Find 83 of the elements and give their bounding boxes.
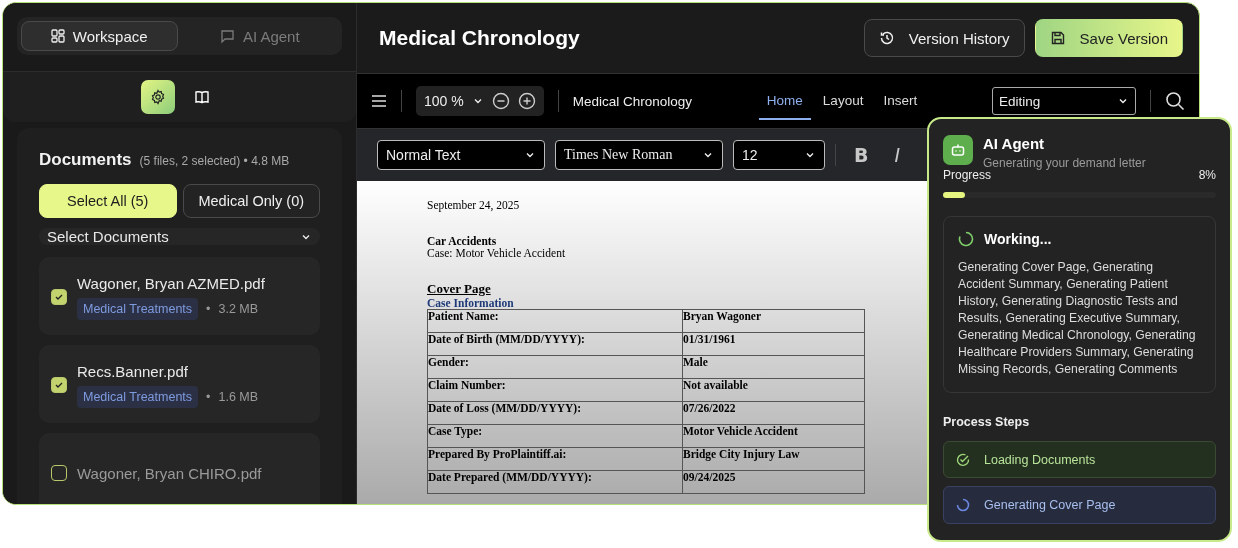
table-cell: 01/31/1961 (682, 332, 865, 356)
table-cell: Bridge City Injury Law (682, 447, 865, 471)
documents-title: Documents (39, 150, 132, 170)
letter-heading: Car Accidents (427, 235, 497, 247)
table-cell: Gender: (427, 355, 683, 379)
search-icon[interactable] (1165, 91, 1185, 111)
view-button[interactable] (140, 80, 175, 114)
save-icon (1049, 30, 1066, 46)
file-card[interactable]: Wagoner, Bryan AZMED.pdf Medical Treatments • 3.2 MB (39, 257, 320, 335)
check-icon (54, 380, 64, 390)
file-card[interactable]: Wagoner, Bryan CHIRO.pdf (39, 433, 320, 504)
document-title: Medical Chronology (379, 26, 581, 50)
table-cell: Claim Number: (427, 378, 683, 402)
letter-date: September 24, 2025 (427, 199, 520, 211)
separator-dot: • (206, 301, 211, 316)
sidebar-tab[interactable]: Workspace (21, 21, 178, 51)
process-step: Generating Cover Page (943, 486, 1216, 524)
zoom-out-icon[interactable] (491, 92, 510, 110)
settings-icon (149, 89, 166, 105)
style-dropdown[interactable]: Normal Text (377, 140, 545, 170)
table-cell: Case Type: (427, 424, 683, 448)
check-icon (54, 292, 64, 302)
steps-title: Process Steps (943, 414, 1031, 429)
table-cell: Patient Name: (427, 309, 683, 333)
file-size: 3.2 MB (218, 301, 259, 316)
version-history-button[interactable]: Version History (863, 19, 1025, 57)
grid-icon (50, 29, 65, 43)
progress-label: Progress (943, 168, 992, 182)
file-tag: Medical Treatments (77, 385, 199, 408)
file-tag: Medical Treatments (77, 297, 199, 320)
mode-dropdown[interactable]: Editing (992, 87, 1136, 115)
table-cell: Date of Birth (MM/DD/YYYY): (427, 332, 683, 356)
sidebar-tab[interactable]: AI Agent (181, 21, 338, 51)
font-dropdown[interactable]: Times New Roman (555, 140, 723, 170)
status-details: Generating Cover Page, Generating Accident Summary, Generating Patient History, Generating Diagnostic Tests and Results, Generating Executive Summary, Generating Medical Chronology, Generating Healthcare Providers Summary, Generating Missing Records, Generating Comments (958, 258, 1197, 378)
file-card[interactable]: Recs.Banner.pdf Medical Treatments • 1.6 MB (39, 345, 320, 423)
agent-subtitle: Generating your demand letter (983, 156, 1146, 170)
progress-value: 8% (1198, 168, 1216, 182)
robot-icon (943, 135, 973, 165)
book-icon (193, 89, 210, 105)
italic-button[interactable]: I (886, 144, 909, 166)
filter-button[interactable]: Select All (5) (39, 184, 177, 218)
ribbon-tab[interactable]: Home (758, 82, 811, 120)
subsection-heading: Case Information (427, 297, 514, 309)
documents-summary: (5 files, 2 selected) • 4.8 MB (139, 154, 290, 168)
table-cell: 07/26/2022 (682, 401, 865, 425)
file-name: Recs.Banner.pdf (77, 362, 189, 380)
table-cell: Motor Vehicle Accident (682, 424, 865, 448)
spinner-icon (956, 498, 970, 513)
file-name: Wagoner, Bryan AZMED.pdf (77, 274, 265, 292)
ribbon-tab[interactable]: Layout (814, 82, 872, 120)
file-size: 1.6 MB (218, 389, 259, 404)
document-name: Medical Chronology (572, 93, 692, 109)
file-checkbox[interactable] (51, 377, 67, 393)
table-cell: Date of Loss (MM/DD/YYYY): (427, 401, 683, 425)
zoom-in-icon[interactable] (517, 92, 536, 110)
section-heading: Cover Page (427, 281, 491, 297)
menu-icon[interactable] (371, 94, 387, 108)
filter-button[interactable]: Medical Only (0) (182, 184, 320, 218)
agent-title: AI Agent (983, 135, 1046, 152)
table-cell: Date Prepared (MM/DD/YYYY): (427, 470, 683, 494)
history-icon (878, 30, 895, 46)
zoom-control[interactable]: 100 % (416, 86, 544, 116)
table-cell: 09/24/2025 (682, 470, 865, 494)
table-cell: Prepared By ProPlaintiff.ai: (427, 447, 683, 471)
process-step: Loading Documents (943, 440, 1216, 479)
separator-dot: • (206, 389, 211, 404)
ribbon-tab[interactable]: Insert (875, 82, 926, 120)
status-title: Working... (984, 230, 1052, 247)
spinner-icon (958, 230, 974, 247)
chat-icon (219, 28, 235, 44)
file-name: Wagoner, Bryan CHIRO.pdf (77, 464, 262, 482)
table-cell: Not available (682, 378, 865, 402)
table-cell: Bryan Wagoner (682, 309, 865, 333)
font-size-dropdown[interactable]: 12 (733, 140, 825, 170)
save-version-button[interactable]: Save Version (1034, 19, 1183, 57)
table-cell: Male (682, 355, 865, 379)
bold-button[interactable]: B (846, 144, 877, 166)
file-checkbox[interactable] (51, 289, 67, 305)
documents-dropdown[interactable]: Select Documents (39, 228, 320, 245)
file-checkbox[interactable] (51, 465, 67, 481)
case-line: Case: Motor Vehicle Accident (427, 247, 566, 259)
check-circle-icon (956, 452, 970, 467)
